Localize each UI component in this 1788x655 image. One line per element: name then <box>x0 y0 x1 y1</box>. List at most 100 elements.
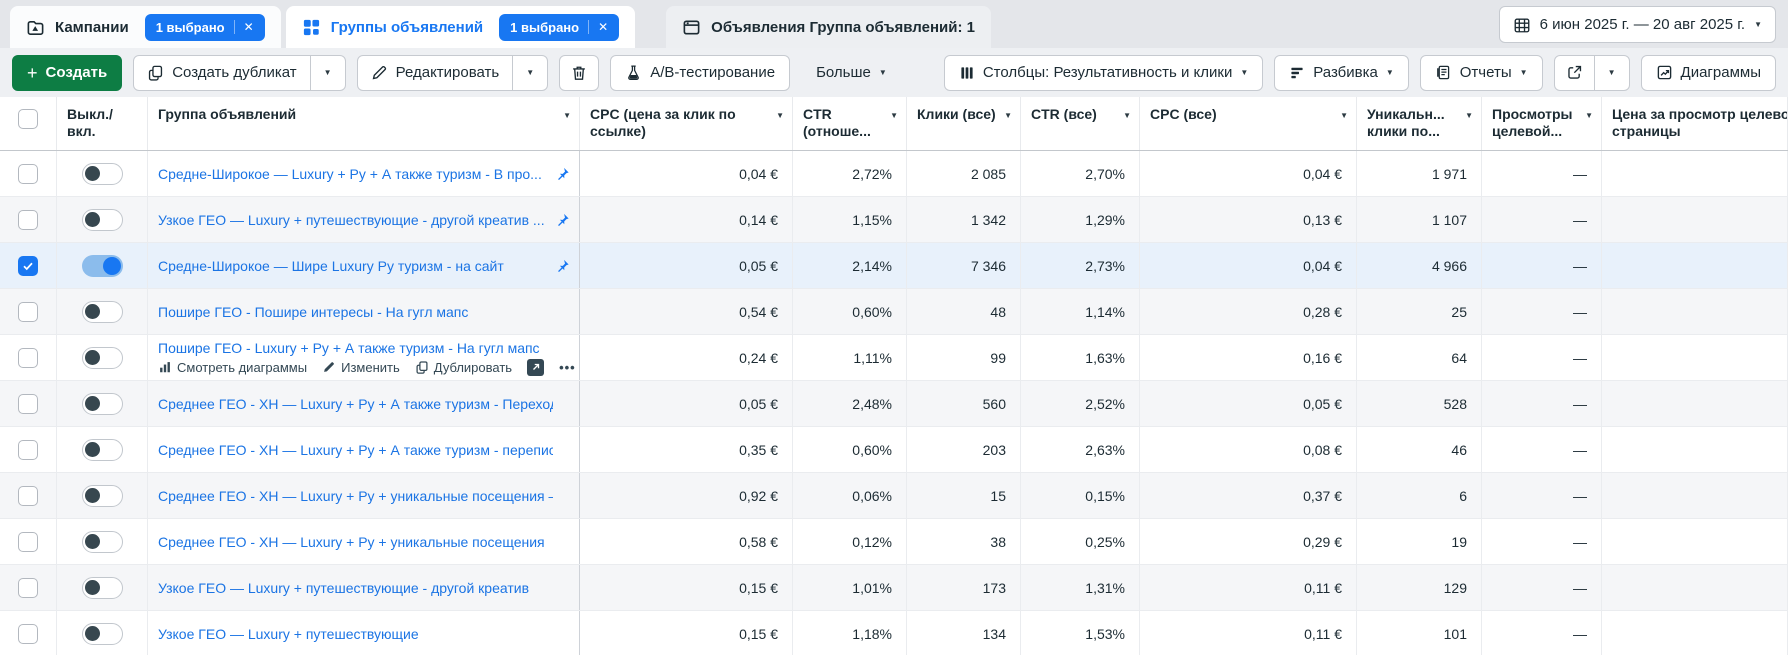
export-button[interactable] <box>1555 56 1594 90</box>
ad-set-status-toggle[interactable] <box>82 301 123 323</box>
create-button[interactable]: + Создать <box>12 55 122 91</box>
ad-set-status-toggle[interactable] <box>82 347 123 369</box>
ad-set-name-link[interactable]: Среднее ГЕО - ХН — Luxury + Ру + уникаль… <box>158 534 545 550</box>
sort-caret-icon[interactable]: ▼ <box>563 112 571 120</box>
column-header-name[interactable]: Группа объявлений ▼ <box>148 97 580 150</box>
row-checkbox[interactable] <box>18 210 38 230</box>
date-range-picker[interactable]: 6 июн 2025 г. — 20 авг 2025 г. ▼ <box>1499 6 1776 43</box>
table-row: Среднее ГЕО - ХН — Luxury + Ру + А также… <box>0 427 1788 473</box>
duplicate-dropdown-button[interactable]: ▼ <box>310 56 345 90</box>
cell-ctr_all: 1,14% <box>1021 289 1140 334</box>
row-toggle-cell <box>57 289 148 334</box>
row-checkbox[interactable] <box>18 256 38 276</box>
report-icon <box>1435 64 1452 81</box>
column-header-label: (отноше... <box>803 123 886 140</box>
tab-ads[interactable]: Объявления Группа объявлений: 1 <box>666 6 991 48</box>
view-charts-action[interactable]: Смотреть диаграммы <box>158 360 307 375</box>
clear-ad-set-selection-icon[interactable]: ✕ <box>598 20 608 34</box>
more-actions-button[interactable]: ••• <box>559 360 576 375</box>
row-checkbox[interactable] <box>18 348 38 368</box>
ad-set-name-link[interactable]: Пошире ГЕО - Пошире интересы - На гугл м… <box>158 304 468 320</box>
more-button[interactable]: Больше ▼ <box>801 55 902 91</box>
sort-caret-icon[interactable]: ▼ <box>1123 112 1131 120</box>
table-row: Среднее ГЕО - ХН — Luxury + Ру + А также… <box>0 381 1788 427</box>
ad-set-name-link[interactable]: Средне-Широкое — Шире Luxury Ру туризм -… <box>158 258 504 274</box>
column-header-cpc_link[interactable]: CPC (цена за клик поссылке)▼ <box>580 97 793 150</box>
cell-unique_clicks: 46 <box>1357 427 1482 472</box>
ads-icon <box>682 18 701 37</box>
row-checkbox[interactable] <box>18 164 38 184</box>
tab-campaigns[interactable]: Кампании 1 выбрано ✕ <box>10 6 281 48</box>
row-checkbox[interactable] <box>18 624 38 644</box>
sort-caret-icon[interactable]: ▼ <box>776 112 784 120</box>
ad-set-status-toggle[interactable] <box>82 623 123 645</box>
toggle-knob <box>85 166 100 181</box>
row-checkbox[interactable] <box>18 394 38 414</box>
plus-icon: + <box>27 64 38 82</box>
reports-button[interactable]: Отчеты ▼ <box>1420 55 1543 91</box>
row-toggle-cell <box>57 611 148 655</box>
ad-set-name-link[interactable]: Среднее ГЕО - ХН — Luxury + Ру + уникаль… <box>158 488 553 504</box>
edit-dropdown-button[interactable]: ▼ <box>512 56 547 90</box>
row-checkbox[interactable] <box>18 486 38 506</box>
sort-caret-icon[interactable]: ▼ <box>1340 112 1348 120</box>
sort-caret-icon[interactable]: ▼ <box>1004 112 1012 120</box>
cell-cpc_all: 0,11 € <box>1140 565 1357 610</box>
ad-set-status-toggle[interactable] <box>82 255 123 277</box>
breakdown-button[interactable]: Разбивка ▼ <box>1274 55 1409 91</box>
cell-cpc_all: 0,28 € <box>1140 289 1357 334</box>
ad-set-status-toggle[interactable] <box>82 531 123 553</box>
cell-ctr_link: 0,60% <box>793 427 907 472</box>
row-checkbox[interactable] <box>18 532 38 552</box>
tab-ad-sets[interactable]: Группы объявлений 1 выбрано ✕ <box>286 6 635 48</box>
cell-lp_views: — <box>1482 197 1602 242</box>
ad-set-name-link[interactable]: Узкое ГЕО — Luxury + путешествующие <box>158 626 419 642</box>
ad-set-name-link[interactable]: Узкое ГЕО — Luxury + путешествующие - др… <box>158 212 545 228</box>
row-checkbox[interactable] <box>18 440 38 460</box>
ad-set-name-link[interactable]: Среднее ГЕО - ХН — Luxury + Ру + А также… <box>158 396 553 412</box>
delete-button[interactable] <box>559 55 599 91</box>
sort-caret-icon[interactable]: ▼ <box>890 112 898 120</box>
charts-button[interactable]: Диаграммы <box>1641 55 1776 91</box>
ad-set-name-link[interactable]: Узкое ГЕО — Luxury + путешествующие - др… <box>158 580 529 596</box>
ad-set-status-toggle[interactable] <box>82 163 123 185</box>
column-header-label: Группа объявлений <box>158 106 559 123</box>
column-header-label: Выкл./ <box>67 106 127 123</box>
column-header-cpc_all[interactable]: CPC (все)▼ <box>1140 97 1357 150</box>
duplicate-button[interactable]: Создать дубликат <box>134 56 309 90</box>
column-header-clicks_all[interactable]: Клики (все)▼ <box>907 97 1021 150</box>
column-header-label: CTR (все) <box>1031 106 1119 123</box>
ad-set-name-link[interactable]: Средне-Широкое — Luxury + Ру + А также т… <box>158 166 542 182</box>
edit-button[interactable]: Редактировать <box>358 56 513 90</box>
chevron-down-icon: ▼ <box>1240 69 1248 77</box>
select-all-checkbox[interactable] <box>18 109 38 129</box>
column-header-ctr_all[interactable]: CTR (все) ▼ <box>1021 97 1140 150</box>
column-header-unique_clicks[interactable]: Уникальн...клики по...▼ <box>1357 97 1482 150</box>
sort-caret-icon[interactable]: ▼ <box>1585 112 1593 120</box>
ad-set-status-toggle[interactable] <box>82 209 123 231</box>
column-header-ctr_link[interactable]: CTR(отноше...▼ <box>793 97 907 150</box>
ad-set-status-toggle[interactable] <box>82 393 123 415</box>
cell-unique_clicks: 101 <box>1357 611 1482 655</box>
ad-set-name-link[interactable]: Пошире ГЕО - Luxury + Ру + А также туриз… <box>158 340 540 356</box>
sort-caret-icon[interactable]: ▼ <box>1465 112 1473 120</box>
campaigns-icon <box>26 18 45 37</box>
row-checkbox[interactable] <box>18 302 38 322</box>
column-header-lp_views[interactable]: Просмотрыцелевой...▼ <box>1482 97 1602 150</box>
ad-set-name-link[interactable]: Среднее ГЕО - ХН — Luxury + Ру + А также… <box>158 442 553 458</box>
export-dropdown-button[interactable]: ▼ <box>1594 56 1629 90</box>
cell-ctr_link: 1,15% <box>793 197 907 242</box>
cell-clicks_all: 7 346 <box>907 243 1021 288</box>
edit-action[interactable]: Изменить <box>322 360 400 375</box>
cell-ctr_all: 1,53% <box>1021 611 1140 655</box>
ad-set-status-toggle[interactable] <box>82 485 123 507</box>
ad-set-status-toggle[interactable] <box>82 439 123 461</box>
duplicate-action[interactable]: Дублировать <box>415 360 512 375</box>
open-charts-icon[interactable] <box>527 359 544 376</box>
clear-campaign-selection-icon[interactable]: ✕ <box>244 20 254 34</box>
ab-test-button[interactable]: A/B-тестирование <box>610 55 790 91</box>
columns-button[interactable]: Столбцы: Результативность и клики ▼ <box>944 55 1263 91</box>
row-checkbox[interactable] <box>18 578 38 598</box>
ad-set-status-toggle[interactable] <box>82 577 123 599</box>
ad-set-name-cell: Средне-Широкое — Шире Luxury Ру туризм -… <box>148 243 580 288</box>
